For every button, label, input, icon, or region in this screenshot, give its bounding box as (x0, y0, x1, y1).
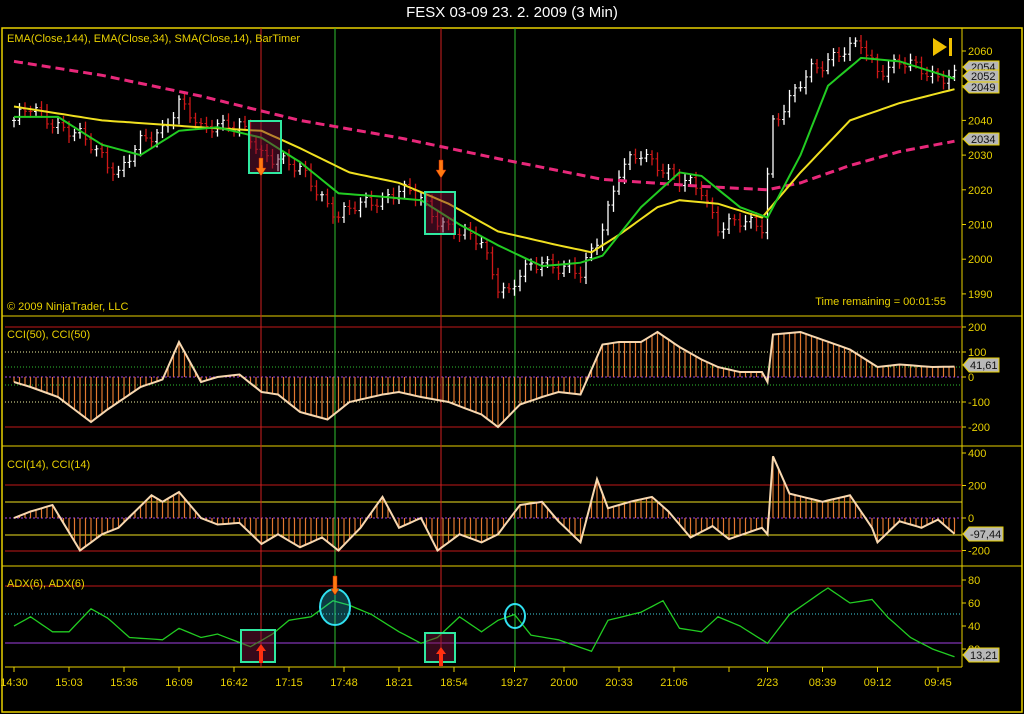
adx-panel-label: ADX(6), ADX(6) (7, 578, 85, 590)
cci50-panel-label: CCI(50), CCI(50) (7, 329, 90, 341)
chart-frame (1, 27, 1023, 713)
adx-line (13, 587, 955, 658)
cci14-line (13, 455, 956, 553)
cci50-value-tag: 41,61 (962, 357, 1000, 373)
svg-text:-97,44: -97,44 (970, 529, 1001, 541)
time-axis-tick-label: 17:48 (330, 677, 358, 689)
adx-axis-tick-label: 60 (968, 598, 980, 610)
cci50-axis-tick-label: -100 (968, 397, 990, 409)
cci50-axis-tick-label: 200 (968, 322, 986, 334)
adx-series (13, 587, 955, 658)
time-axis-tick-label: 16:42 (220, 677, 248, 689)
cci14-axis-tick-label: -200 (968, 546, 990, 558)
cci14-value-tag: -97,44 (962, 526, 1004, 542)
time-axis-tick-label: 19:27 (501, 677, 529, 689)
down-arrow-icon (435, 159, 447, 179)
time-axis-tick-label: 17:15 (275, 677, 303, 689)
cci14-panel-label: CCI(14), CCI(14) (7, 459, 90, 471)
cci50-reference-lines (5, 326, 962, 428)
svg-text:13,21: 13,21 (970, 650, 998, 662)
price-tag-2052: 2052 (962, 69, 1000, 83)
cci50-axis-tick-label: 100 (968, 347, 986, 359)
adx-value-tag: 13,21 (962, 647, 1000, 663)
svg-text:2049: 2049 (971, 82, 995, 94)
time-axis-tick-label: 16:09 (165, 677, 193, 689)
time-remaining-text: Time remaining = 00:01:55 (815, 296, 946, 308)
ema144-line (13, 59, 955, 192)
moving-average-lines (13, 56, 955, 268)
svg-text:2052: 2052 (971, 71, 995, 83)
signal-box (248, 120, 282, 174)
price-panel-label: EMA(Close,144), EMA(Close,34), SMA(Close… (7, 33, 300, 45)
time-axis-tick-label: 20:33 (605, 677, 633, 689)
time-axis-tick-label: 14:30 (0, 677, 28, 689)
time-axis-tick-label: 18:21 (385, 677, 413, 689)
cci50-series (13, 330, 956, 429)
signal-box (240, 629, 276, 663)
signal-box (424, 191, 456, 235)
time-axis-tick-label: 20:00 (550, 677, 578, 689)
price-axis-tick-label: 2030 (968, 150, 992, 162)
chart-canvas: 20602040203020202010200019902001000-100-… (0, 27, 1023, 713)
time-axis-tick-label: 15:03 (55, 677, 83, 689)
price-axis-tick-label: 1990 (968, 289, 992, 301)
svg-text:2034: 2034 (971, 134, 995, 146)
signal-lines (260, 28, 516, 667)
copyright-text: © 2009 NinjaTrader, LLC (7, 301, 128, 313)
cci50-line (13, 330, 955, 429)
ema34-line (13, 88, 955, 254)
price-axis-tick-label: 2010 (968, 220, 992, 232)
cci14-axis-tick-label: 200 (968, 481, 986, 493)
time-axis-tick-label: 08:39 (809, 677, 837, 689)
cci14-axis-tick-label: 400 (968, 448, 986, 460)
cci50-axis-tick-label: -200 (968, 422, 990, 434)
time-axis-tick-label: 2/23 (757, 677, 778, 689)
time-axis-tick-label: 09:12 (864, 677, 892, 689)
price-axis-tick-label: 2000 (968, 254, 992, 266)
time-axis-tick-label: 15:36 (110, 677, 138, 689)
time-axis-tick-label: 21:06 (660, 677, 688, 689)
adx-axis-tick-label: 80 (968, 575, 980, 587)
price-axis-tick-label: 2060 (968, 46, 992, 58)
cci50-axis-tick-label: 0 (968, 372, 974, 384)
price-bars (12, 34, 957, 299)
cci14-axis-tick-label: 0 (968, 513, 974, 525)
sma14-line (14, 56, 955, 268)
time-axis-tick-label: 09:45 (924, 677, 952, 689)
svg-text:41,61: 41,61 (970, 360, 998, 372)
play-end-icon[interactable] (933, 38, 952, 56)
adx-axis-tick-label: 40 (968, 621, 980, 633)
price-axis-tick-label: 2040 (968, 115, 992, 127)
price-axis-tick-label: 2020 (968, 185, 992, 197)
cci14-series (13, 455, 956, 553)
time-axis-tick-label: 18:54 (440, 677, 468, 689)
price-tag-2034: 2034 (962, 132, 1000, 146)
